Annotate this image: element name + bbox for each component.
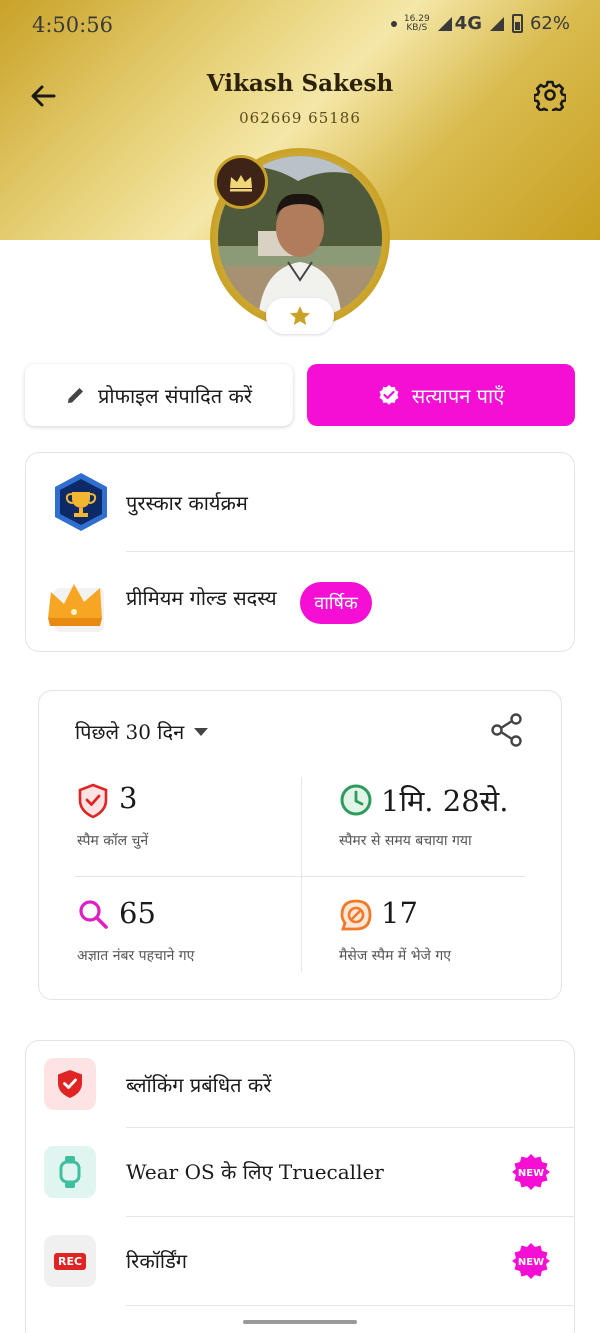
stat-spam-calls: 3 स्पैम कॉल चुनें xyxy=(77,781,297,861)
chevron-down-icon xyxy=(194,727,209,736)
new-badge-icon: NEW xyxy=(512,1243,550,1279)
period-label: पिछले 30 दिन xyxy=(75,720,185,744)
profile-phone: 062669 65186 xyxy=(239,109,361,127)
new-badge-text: NEW xyxy=(518,1168,544,1179)
get-verified-button[interactable]: सत्यापन पाएँ xyxy=(307,364,575,426)
stat-label: स्पैमर से समय बचाया गया xyxy=(339,833,472,849)
crown-badge xyxy=(214,155,268,209)
annual-badge: वार्षिक xyxy=(300,582,372,624)
shield-check-icon xyxy=(58,1070,82,1098)
premium-gold-row[interactable]: प्रीमियम गोल्ड सदस्य वार्षिक xyxy=(26,552,574,652)
search-icon xyxy=(79,900,108,929)
rec-icon: REC xyxy=(53,1252,87,1270)
battery-icon xyxy=(511,14,523,33)
clock-icon xyxy=(340,784,372,816)
stats-vertical-divider xyxy=(301,777,302,972)
status-bar: 4:50:56 16.29 KB/S 4G 62% xyxy=(0,0,600,50)
settings-button[interactable] xyxy=(532,79,568,115)
stat-messages-spam: 17 मैसेज स्पैम में भेजे गए xyxy=(339,896,559,976)
edit-profile-button[interactable]: प्रोफाइल संपादित करें xyxy=(25,364,293,426)
gold-crown-icon xyxy=(48,584,104,632)
pencil-icon xyxy=(67,388,83,403)
menu-item-label: रिकॉर्डिंग xyxy=(126,1249,188,1273)
share-icon xyxy=(491,713,522,747)
trophy-hexagon-icon xyxy=(55,473,107,531)
profile-name: Vikash Sakesh xyxy=(206,70,394,97)
menu-item-wear-os[interactable]: Wear OS के लिए Truecaller NEW xyxy=(26,1128,574,1216)
message-block-icon xyxy=(340,899,372,931)
rewards-program-label: पुरस्कार कार्यक्रम xyxy=(126,491,248,515)
signal-icon xyxy=(437,16,452,31)
stats-card: पिछले 30 दिन 3 स्पैम कॉल चुनें 1मि. 28से… xyxy=(38,690,562,1000)
menu-icon-box xyxy=(44,1146,96,1198)
stat-label: मैसेज स्पैम में भेजे गए xyxy=(339,948,452,964)
menu-divider xyxy=(126,1305,574,1306)
get-verified-label: सत्यापन पाएँ xyxy=(411,383,505,408)
menu-icon-box: REC xyxy=(44,1235,96,1287)
gear-icon xyxy=(532,80,568,115)
menu-item-label: Wear OS के लिए Truecaller xyxy=(126,1160,384,1184)
period-dropdown[interactable]: पिछले 30 दिन xyxy=(75,718,209,745)
menu-card: ब्लॉकिंग प्रबंधित करें Wear OS के लिए Tr… xyxy=(25,1040,575,1333)
premium-gold-label: प्रीमियम गोल्ड सदस्य xyxy=(126,586,277,610)
battery-level: 62% xyxy=(529,13,570,34)
network-type: 4G xyxy=(454,13,482,34)
share-button[interactable] xyxy=(491,713,523,751)
edit-profile-label: प्रोफाइल संपादित करें xyxy=(97,383,253,408)
new-badge-icon: NEW xyxy=(512,1154,550,1190)
menu-item-recording[interactable]: REC रिकॉर्डिंग NEW xyxy=(26,1217,574,1305)
stat-value: 3 xyxy=(119,781,138,815)
status-time: 4:50:56 xyxy=(32,13,113,37)
net-speed: 16.29 KB/S xyxy=(404,14,430,33)
signal-icon-2 xyxy=(489,16,504,31)
menu-item-manage-blocking[interactable]: ब्लॉकिंग प्रबंधित करें xyxy=(26,1041,574,1127)
star-icon xyxy=(290,306,310,325)
menu-item-label: ब्लॉकिंग प्रबंधित करें xyxy=(126,1073,272,1097)
verified-badge-icon xyxy=(379,385,399,405)
crown-icon xyxy=(230,175,252,192)
notification-dot-icon xyxy=(390,20,397,27)
stat-value: 1मि. 28से. xyxy=(381,784,509,818)
smartwatch-icon xyxy=(59,1156,81,1188)
star-badge xyxy=(266,298,334,334)
menu-icon-box xyxy=(44,1058,96,1110)
new-badge-text: NEW xyxy=(518,1257,544,1268)
stat-unknown-identified: 65 अज्ञात नंबर पहचाने गए xyxy=(77,896,297,976)
net-speed-unit: KB/S xyxy=(406,22,428,33)
stat-label: अज्ञात नंबर पहचाने गए xyxy=(77,948,195,964)
rewards-program-row[interactable]: पुरस्कार कार्यक्रम xyxy=(26,453,574,551)
stat-label: स्पैम कॉल चुनें xyxy=(77,833,149,849)
stat-value: 17 xyxy=(381,896,418,930)
status-indicators: 16.29 KB/S 4G 62% xyxy=(390,13,570,34)
membership-card: पुरस्कार कार्यक्रम प्रीमियम गोल्ड सदस्य … xyxy=(25,452,575,652)
stat-value: 65 xyxy=(119,896,156,930)
stats-horizontal-divider xyxy=(75,876,525,877)
stat-time-saved: 1मि. 28से. स्पैमर से समय बचाया गया xyxy=(339,781,559,861)
gesture-nav-bar[interactable] xyxy=(243,1320,357,1324)
shield-check-icon xyxy=(78,783,108,819)
